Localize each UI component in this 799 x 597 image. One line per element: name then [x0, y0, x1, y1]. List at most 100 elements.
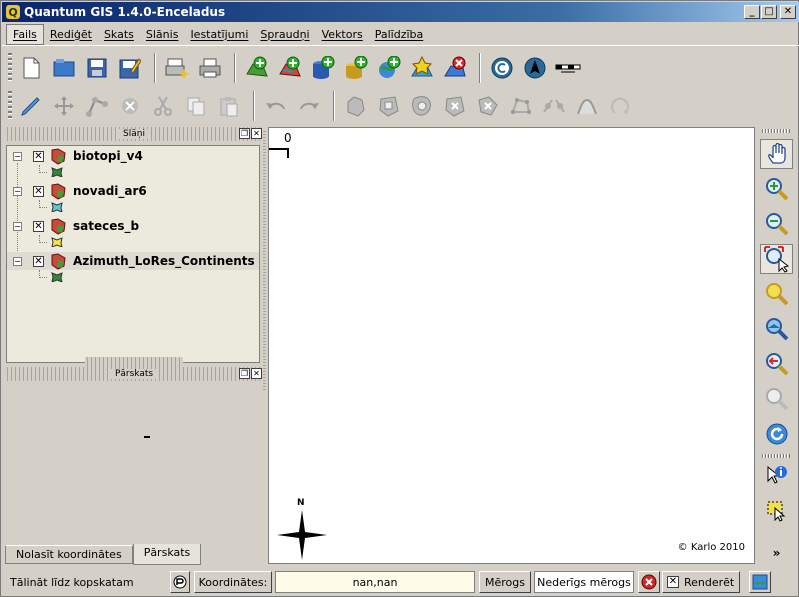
layer-row[interactable]: − ✕ biotopi_v4 — [7, 147, 259, 165]
copyright-label-icon[interactable] — [487, 54, 516, 83]
maximize-button[interactable]: □ — [761, 5, 777, 19]
minimize-button[interactable]: _ — [744, 5, 760, 19]
add-vector-layer-icon[interactable] — [242, 54, 271, 83]
new-print-composer-icon[interactable] — [162, 54, 191, 83]
splitter-handle[interactable] — [85, 357, 183, 367]
layer-name[interactable]: sateces_b — [73, 219, 139, 233]
overview-map[interactable] — [5, 381, 263, 531]
layers-tree[interactable]: − ✕ biotopi_v4 − ✕ novadi_ar6 − ✕ satece… — [6, 145, 260, 363]
refresh-icon[interactable] — [760, 419, 793, 449]
delete-selected-icon[interactable] — [115, 92, 144, 121]
north-arrow-icon[interactable] — [520, 54, 549, 83]
close-panel-icon[interactable]: ✕ — [251, 368, 262, 379]
copy-features-icon[interactable] — [181, 92, 210, 121]
toggle-editing-icon[interactable] — [16, 92, 45, 121]
layer-visibility-checkbox[interactable]: ✕ — [33, 255, 44, 267]
redo-icon[interactable] — [294, 92, 323, 121]
collapse-icon[interactable]: − — [13, 186, 22, 196]
scale-lock-icon[interactable] — [170, 571, 190, 593]
add-postgis-layer-icon[interactable] — [308, 54, 337, 83]
float-panel-icon[interactable]: ❐ — [239, 128, 250, 139]
new-vector-layer-icon[interactable] — [407, 54, 436, 83]
menu-rediget[interactable]: Rediģēt — [44, 25, 98, 44]
menu-vektors[interactable]: Vektors — [316, 25, 369, 44]
collapse-icon[interactable]: − — [13, 151, 22, 161]
float-panel-icon[interactable]: ❐ — [239, 368, 250, 379]
rotate-label-icon[interactable] — [605, 92, 634, 121]
scale-bar-icon[interactable] — [553, 54, 582, 83]
layer-visibility-checkbox[interactable]: ✕ — [33, 150, 44, 162]
menu-skats[interactable]: Skats — [98, 25, 140, 44]
overview-panel-header[interactable]: Pārskats ❐ ✕ — [5, 367, 263, 381]
add-spatialite-layer-icon[interactable] — [341, 54, 370, 83]
render-checkbox-container[interactable]: ✕ Renderēt — [662, 571, 740, 593]
collapse-icon[interactable]: − — [13, 256, 22, 266]
zoom-to-layer-icon[interactable] — [760, 314, 793, 344]
layer-name[interactable]: Azimuth_LoRes_Continents — [73, 254, 255, 268]
close-panel-icon[interactable]: ✕ — [251, 128, 262, 139]
coordinates-field[interactable]: nan,nan — [275, 571, 475, 593]
layer-name[interactable]: novadi_ar6 — [73, 184, 147, 198]
cut-features-icon[interactable] — [148, 92, 177, 121]
close-button[interactable]: ✕ — [780, 5, 796, 19]
layer-row[interactable]: − ✕ novadi_ar6 — [7, 182, 259, 200]
simplify-feature-icon[interactable] — [341, 92, 370, 121]
menu-fails[interactable]: Fails — [6, 23, 44, 45]
layer-row-selected[interactable]: − ✕ Azimuth_LoRes_Continents — [7, 252, 259, 270]
collapse-icon[interactable]: − — [13, 221, 22, 231]
layer-visibility-checkbox[interactable]: ✕ — [33, 185, 44, 197]
layer-row[interactable]: − ✕ sateces_b — [7, 217, 259, 235]
menu-iestatijumi[interactable]: Iestatījumi — [184, 25, 254, 44]
stop-render-icon[interactable] — [638, 571, 660, 593]
save-as-icon[interactable] — [115, 54, 144, 83]
render-checkbox[interactable]: ✕ — [667, 576, 679, 588]
qgis-app-icon: Q — [6, 5, 20, 19]
add-island-icon[interactable] — [407, 92, 436, 121]
split-features-icon[interactable] — [539, 92, 568, 121]
zoom-full-icon[interactable] — [760, 244, 793, 274]
save-project-icon[interactable] — [82, 54, 111, 83]
layers-panel-header[interactable]: Slāņi ❐ ✕ — [5, 127, 263, 141]
tab-capture-coordinates[interactable]: Nolasīt koordinātes — [5, 545, 133, 564]
north-arrow-label: N — [297, 498, 305, 508]
add-ring-icon[interactable] — [374, 92, 403, 121]
layer-symbol-icon — [51, 237, 63, 247]
toolbar-grip[interactable] — [762, 129, 790, 133]
zoom-out-icon[interactable] — [760, 209, 793, 239]
tab-overview[interactable]: Pārskats — [132, 544, 202, 565]
add-wms-layer-icon[interactable] — [374, 54, 403, 83]
toolbar-grip[interactable] — [8, 91, 12, 121]
zoom-to-selection-icon[interactable] — [760, 279, 793, 309]
new-project-icon[interactable] — [16, 54, 45, 83]
add-raster-layer-icon[interactable] — [275, 54, 304, 83]
more-tools-icon[interactable]: » — [760, 542, 793, 564]
paste-features-icon[interactable] — [214, 92, 243, 121]
identify-icon[interactable] — [760, 461, 793, 491]
menu-slanis[interactable]: Slānis — [140, 25, 185, 44]
delete-ring-icon[interactable] — [440, 92, 469, 121]
toolbar-grip[interactable] — [762, 454, 790, 458]
reshape-features-icon[interactable] — [506, 92, 535, 121]
scale-field[interactable]: Nederīgs mērogs — [534, 571, 634, 593]
menu-palidziba[interactable]: Palīdzība — [369, 25, 430, 44]
toolbar-grip[interactable] — [8, 53, 12, 83]
move-feature-icon[interactable] — [49, 92, 78, 121]
undo-icon[interactable] — [261, 92, 290, 121]
layer-visibility-checkbox[interactable]: ✕ — [33, 220, 44, 232]
map-canvas[interactable]: 0 N © Karlo 2010 — [268, 127, 755, 564]
node-tool-icon[interactable] — [82, 92, 111, 121]
print-icon[interactable] — [195, 54, 224, 83]
menu-spraudni[interactable]: Spraudņi — [254, 25, 315, 44]
layer-name[interactable]: biotopi_v4 — [73, 149, 143, 163]
open-project-icon[interactable] — [49, 54, 78, 83]
remove-layer-icon[interactable] — [440, 54, 469, 83]
select-features-icon[interactable] — [760, 496, 793, 526]
zoom-actual-icon[interactable] — [760, 384, 793, 414]
merge-features-icon[interactable] — [572, 92, 601, 121]
zoom-in-icon[interactable] — [760, 174, 793, 204]
vertical-splitter[interactable] — [263, 131, 266, 391]
pan-icon[interactable] — [760, 139, 793, 169]
projection-icon[interactable] — [749, 571, 771, 593]
zoom-last-icon[interactable] — [760, 349, 793, 379]
delete-part-icon[interactable] — [473, 92, 502, 121]
